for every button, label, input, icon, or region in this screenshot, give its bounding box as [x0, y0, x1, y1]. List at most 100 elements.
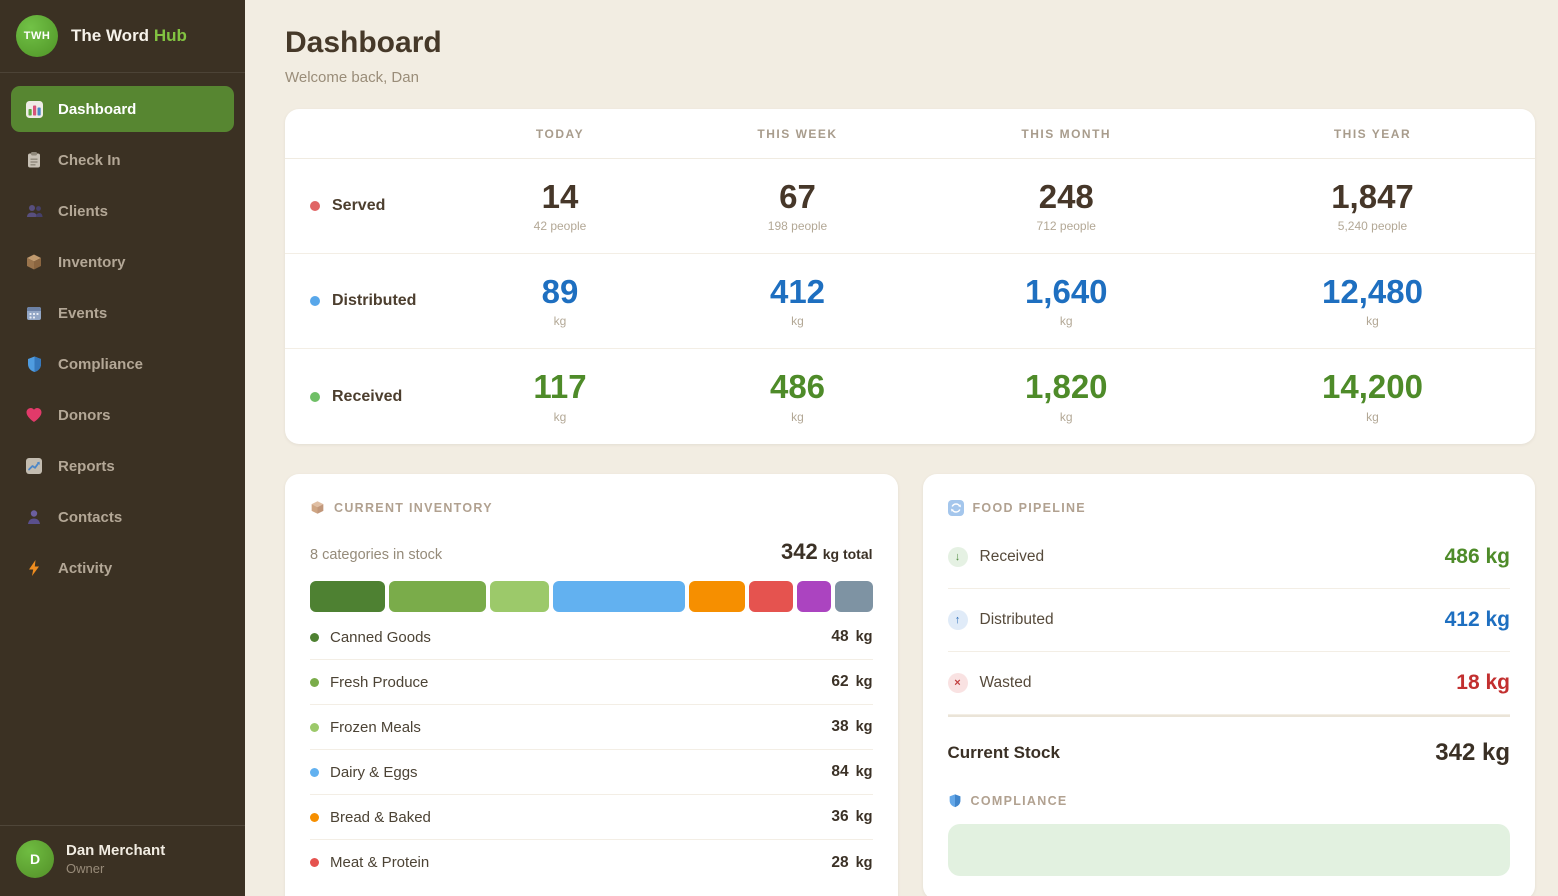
current-stock-row: Current Stock 342 kg: [948, 715, 1511, 793]
sidebar-item-activity[interactable]: Activity: [11, 545, 234, 591]
sidebar-item-reports[interactable]: Reports: [11, 443, 234, 489]
sidebar-nav: Dashboard Check In Clients Inventory Eve…: [0, 73, 245, 596]
compliance-section-header: COMPLIANCE: [948, 793, 1511, 808]
category-qty: 38: [831, 718, 848, 735]
stat-distributed-today: 89 kg: [448, 274, 673, 328]
list-item: Dairy & Eggs 84kg: [310, 750, 873, 795]
person-icon: [24, 508, 44, 526]
food-pipeline-card: FOOD PIPELINE ↓ Received 486 kg ↑ Distri…: [923, 474, 1536, 896]
served-dot: [310, 201, 320, 211]
recycle-icon: [948, 500, 964, 516]
pipeline-row-distributed: ↑ Distributed 412 kg: [948, 589, 1511, 652]
list-item: Fresh Produce 62kg: [310, 660, 873, 705]
category-name: Canned Goods: [330, 629, 431, 646]
user-role: Owner: [66, 861, 165, 876]
arrow-up-icon: ↑: [948, 610, 968, 630]
sidebar-item-label: Reports: [58, 458, 115, 475]
category-name: Dairy & Eggs: [330, 764, 418, 781]
sidebar-item-label: Events: [58, 305, 107, 322]
received-dot: [310, 392, 320, 402]
current-stock-value: 342 kg: [1435, 739, 1510, 767]
sidebar-item-events[interactable]: Events: [11, 290, 234, 336]
sidebar-item-donors[interactable]: Donors: [11, 392, 234, 438]
bar-chart-icon: [24, 100, 44, 119]
stat-received-today: 117 kg: [448, 369, 673, 423]
stat-received-year: 14,200 kg: [1210, 369, 1535, 423]
box-icon: [24, 253, 44, 271]
category-dot: [310, 768, 319, 777]
stat-received-month: 1,820 kg: [923, 369, 1211, 423]
pipeline-row-label: Distributed: [980, 611, 1054, 629]
inventory-stacked-bar: [310, 581, 873, 612]
sidebar-item-contacts[interactable]: Contacts: [11, 494, 234, 540]
column-header-this-month: THIS MONTH: [923, 127, 1211, 141]
category-qty: 48: [831, 628, 848, 645]
sidebar-item-label: Donors: [58, 407, 111, 424]
sidebar-item-label: Check In: [58, 152, 121, 169]
column-header-this-year: THIS YEAR: [1210, 127, 1535, 141]
category-name: Fresh Produce: [330, 674, 428, 691]
stat-served-year: 1,847 5,240 people: [1210, 179, 1535, 233]
line-chart-icon: [24, 457, 44, 475]
stat-served-week: 67 198 people: [673, 179, 923, 233]
list-item: Bread & Baked 36kg: [310, 795, 873, 840]
category-dot: [310, 633, 319, 642]
category-qty: 36: [831, 808, 848, 825]
sidebar-item-label: Activity: [58, 560, 112, 577]
stat-received-week: 486 kg: [673, 369, 923, 423]
column-header-this-week: THIS WEEK: [673, 127, 923, 141]
bar-segment: [553, 581, 684, 612]
pipeline-row-value: 18 kg: [1456, 671, 1510, 695]
category-name: Frozen Meals: [330, 719, 421, 736]
bar-segment: [310, 581, 385, 612]
category-name: Meat & Protein: [330, 854, 429, 871]
stat-served-today: 14 42 people: [448, 179, 673, 233]
user-menu[interactable]: D Dan Merchant Owner: [0, 825, 245, 896]
shield-icon: [948, 793, 962, 808]
stat-served-month: 248 712 people: [923, 179, 1211, 233]
category-dot: [310, 858, 319, 867]
page-subtitle: Welcome back, Dan: [285, 69, 1535, 86]
stats-row-served: Served 14 42 people 67 198 people 248 71…: [285, 159, 1535, 254]
sidebar-item-check-in[interactable]: Check In: [11, 137, 234, 183]
category-qty: 84: [831, 763, 848, 780]
pipeline-row-label: Wasted: [980, 674, 1032, 692]
current-stock-label: Current Stock: [948, 743, 1060, 763]
bar-segment: [797, 581, 831, 612]
current-inventory-card: CURRENT INVENTORY 8 categories in stock …: [285, 474, 898, 896]
column-header-today: TODAY: [448, 127, 673, 141]
pipeline-row-value: 412 kg: [1445, 608, 1510, 632]
lightning-icon: [24, 559, 44, 577]
category-dot: [310, 678, 319, 687]
stat-distributed-year: 12,480 kg: [1210, 274, 1535, 328]
sidebar-item-inventory[interactable]: Inventory: [11, 239, 234, 285]
pipeline-row-received: ↓ Received 486 kg: [948, 526, 1511, 589]
avatar: D: [16, 840, 54, 878]
stats-row-label: Received: [332, 388, 402, 406]
list-item: Meat & Protein 28kg: [310, 840, 873, 885]
calendar-icon: [24, 304, 44, 322]
list-item: Frozen Meals 38kg: [310, 705, 873, 750]
shield-icon: [24, 355, 44, 373]
stats-row-received: Received 117 kg 486 kg 1,820 kg 14,200 k…: [285, 349, 1535, 444]
stats-header-row: TODAY THIS WEEK THIS MONTH THIS YEAR: [285, 109, 1535, 159]
pipeline-row-value: 486 kg: [1445, 545, 1510, 569]
sidebar-item-dashboard[interactable]: Dashboard: [11, 86, 234, 132]
stats-table: TODAY THIS WEEK THIS MONTH THIS YEAR Ser…: [285, 109, 1535, 444]
category-name: Bread & Baked: [330, 809, 431, 826]
pipeline-row-label: Received: [980, 548, 1045, 566]
clipboard-icon: [24, 151, 44, 169]
logo-badge: TWH: [16, 15, 58, 57]
bar-segment: [389, 581, 486, 612]
arrow-down-icon: ↓: [948, 547, 968, 567]
sidebar-item-compliance[interactable]: Compliance: [11, 341, 234, 387]
bar-segment: [490, 581, 549, 612]
stats-row-label: Distributed: [332, 292, 416, 310]
page-title: Dashboard: [285, 26, 1535, 60]
sidebar-item-clients[interactable]: Clients: [11, 188, 234, 234]
stat-distributed-week: 412 kg: [673, 274, 923, 328]
category-qty: 62: [831, 673, 848, 690]
compliance-status-panel: [948, 824, 1511, 876]
category-dot: [310, 723, 319, 732]
stat-distributed-month: 1,640 kg: [923, 274, 1211, 328]
